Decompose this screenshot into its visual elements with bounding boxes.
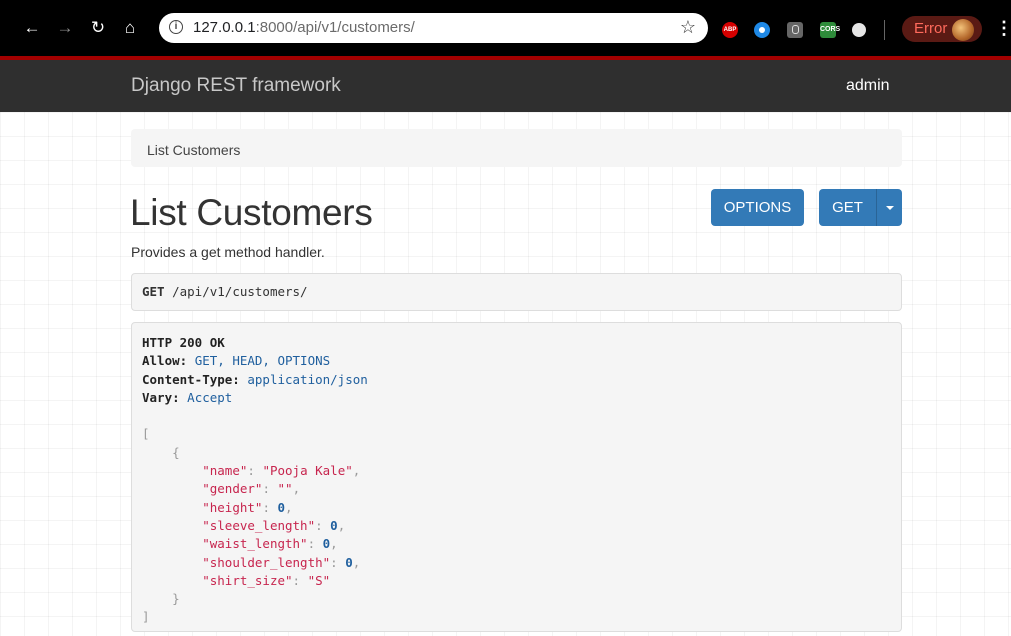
header-key: Content-Type:: [142, 371, 240, 387]
header-key: Vary:: [142, 389, 180, 405]
lightbulb-extension-icon[interactable]: [787, 22, 803, 38]
json-value: 0: [277, 499, 286, 515]
response-header-row: Allow: GET, HEAD, OPTIONS: [142, 352, 901, 370]
avatar[interactable]: [952, 19, 974, 41]
info-icon[interactable]: i: [169, 20, 183, 34]
json-field-row: "name": "Pooja Kale",: [142, 462, 901, 480]
json-close-bracket: ]: [142, 609, 150, 625]
error-label: Error: [914, 20, 948, 37]
json-colon: :: [247, 463, 263, 479]
json-comma: ,: [285, 499, 293, 515]
json-value: "Pooja Kale": [262, 463, 353, 479]
request-method: GET: [142, 284, 165, 299]
json-key: "height": [202, 499, 263, 515]
breadcrumb-item-list-customers[interactable]: List Customers: [147, 142, 240, 158]
response-status: HTTP 200 OK: [142, 335, 225, 350]
json-comma: ,: [337, 517, 346, 533]
json-colon: :: [307, 536, 323, 552]
url-text[interactable]: 127.0.0.1:8000/api/v1/customers/: [193, 19, 415, 36]
view-description: Provides a get method handler.: [131, 244, 325, 260]
url-path: :8000/api/v1/customers/: [255, 19, 415, 36]
kebab-menu-icon[interactable]: ⋮: [995, 16, 1011, 40]
request-info: GET /api/v1/customers/: [131, 273, 902, 311]
json-value: "": [277, 481, 293, 497]
blue-circle-extension-icon[interactable]: [754, 22, 770, 38]
json-key: "waist_length": [202, 536, 308, 552]
page-title: List Customers: [130, 192, 373, 233]
url-host: 127.0.0.1: [193, 19, 256, 36]
json-value: "S": [307, 572, 331, 588]
json-colon: :: [262, 499, 278, 515]
request-path: /api/v1/customers/: [172, 284, 308, 299]
json-value: 0: [330, 517, 338, 533]
json-field-row: "shirt_size": "S": [142, 572, 901, 590]
get-button[interactable]: GET: [819, 189, 876, 226]
browser-toolbar: ← → ↻ ⌂ i 127.0.0.1:8000/api/v1/customer…: [0, 0, 1011, 56]
json-open-brace-row: {: [142, 444, 901, 462]
forward-arrow-icon[interactable]: →: [55, 18, 75, 38]
header-value: application/json: [247, 371, 368, 387]
options-button[interactable]: OPTIONS: [711, 189, 804, 226]
json-open-bracket: [: [142, 426, 150, 442]
json-field-row: "shoulder_length": 0,: [142, 554, 901, 572]
header-value: Accept: [187, 389, 233, 405]
json-close-brace-row: }: [142, 590, 901, 608]
address-bar[interactable]: i 127.0.0.1:8000/api/v1/customers/ ☆: [159, 13, 708, 43]
page-content: List Customers List Customers OPTIONS GE…: [0, 112, 1011, 636]
json-key: "shoulder_length": [202, 554, 331, 570]
circle-extension-icon[interactable]: [852, 23, 866, 37]
cors-extension-icon[interactable]: CORS: [820, 22, 840, 38]
reload-icon[interactable]: ↻: [88, 18, 108, 38]
get-format-dropdown-button[interactable]: [876, 189, 902, 226]
json-key: "gender": [202, 481, 263, 497]
breadcrumb: List Customers: [131, 129, 902, 167]
toolbar-divider: [884, 20, 885, 40]
json-colon: :: [262, 481, 278, 497]
json-comma: ,: [330, 536, 338, 552]
json-key: "shirt_size": [202, 572, 293, 588]
home-icon[interactable]: ⌂: [120, 18, 140, 38]
json-comma: ,: [352, 554, 361, 570]
drf-navbar: Django REST framework admin: [0, 60, 1011, 112]
json-colon: :: [315, 517, 331, 533]
json-open-brace: {: [172, 444, 180, 460]
json-close-brace: }: [172, 591, 180, 607]
brand-link[interactable]: Django REST framework: [131, 75, 341, 97]
json-field-row: "height": 0,: [142, 499, 901, 517]
header-key: Allow:: [142, 353, 188, 369]
json-value: 0: [345, 554, 353, 570]
json-comma: ,: [352, 463, 361, 479]
json-fields: "name": "Pooja Kale", "gender": "", "hei…: [142, 462, 901, 590]
caret-down-icon: [885, 206, 894, 211]
user-menu[interactable]: admin: [846, 77, 890, 95]
bookmark-star-icon[interactable]: ☆: [680, 17, 696, 38]
response-header-row: Vary: Accept: [142, 389, 901, 407]
header-value: GET, HEAD, OPTIONS: [194, 353, 331, 369]
json-field-row: "waist_length": 0,: [142, 535, 901, 553]
json-colon: :: [330, 554, 346, 570]
response-info: HTTP 200 OK Allow: GET, HEAD, OPTIONS Co…: [131, 322, 902, 632]
json-colon: :: [292, 572, 308, 588]
json-key: "name": [202, 463, 248, 479]
response-header-row: Content-Type: application/json: [142, 371, 901, 389]
json-field-row: "sleeve_length": 0,: [142, 517, 901, 535]
json-field-row: "gender": "",: [142, 480, 901, 498]
adblock-extension-icon[interactable]: ABP: [722, 22, 738, 38]
back-arrow-icon[interactable]: ←: [22, 18, 42, 38]
json-comma: ,: [292, 481, 301, 497]
json-key: "sleeve_length": [202, 517, 316, 533]
